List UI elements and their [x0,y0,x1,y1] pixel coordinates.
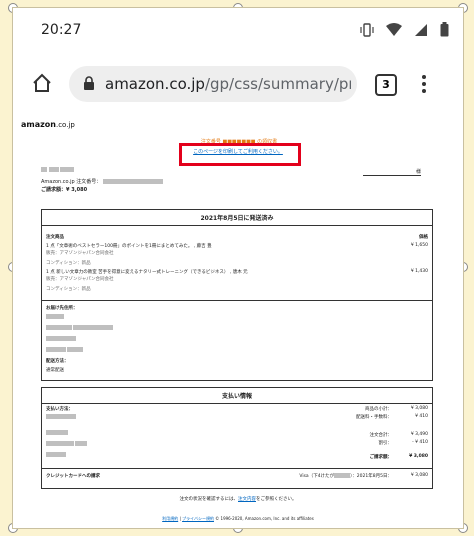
shipment-section: 2021年8月5日に発送済み 注文商品 価格 1 点「文章術のベストセラー100… [41,209,433,381]
address-redacted [46,314,114,353]
payment-section: 支払い情報 支払い方法： 商品の小計： ¥ 3,080 配送料・手数料： ¥ 4… [41,387,433,489]
wifi-icon [386,22,402,41]
item-2-condition: コンディション：新品 [46,287,91,292]
privacy-link[interactable]: プライバシー規約 [182,516,214,521]
item-1-price: ¥ 1,650 [410,243,428,248]
browser-toolbar: amazon.co.jp/gp/css/summary/print.h 3 [13,60,463,110]
more-options-icon[interactable] [421,74,427,98]
web-page: amazon.co.jp 注文番号 ■■■■■■■ の領収書 このページを印刷し… [13,116,463,528]
discount-label: 割引： [378,441,393,446]
address-label: お届け先住所： [46,306,78,311]
order-total-label: 注文合計： [369,433,393,438]
vibrate-icon [360,22,374,41]
order-status-note: 注文の状況を確認するには、注文内容をご参照ください。 [179,497,297,502]
items-label: 注文商品 [46,235,64,240]
order-total-value: ¥ 3,490 [410,432,428,437]
lock-icon[interactable] [83,76,95,95]
order-total: ご請求額：¥ 3,080 [41,187,88,193]
page-footer: 利用規約 | プライバシー規約 © 1996-2020, Amazon.com,… [162,516,314,521]
card-charge-label: クレジットカードへの請求 [46,474,100,479]
billing-address-redacted [46,430,88,458]
shipping-fee-label: 配送料・手数料： [356,415,392,420]
terms-link[interactable]: 利用規約 [162,516,178,521]
screenshot-frame: 20:27 amazon.co.jp/gp/css/summary/print. [12,7,464,529]
item-2-title: 1 点 新しい文章力の教室 苦手を得意に変えるナタリー式トレーニング（できるビジ… [46,270,248,275]
shipping-method-label: 配送方法： [46,359,69,364]
subtotal-value: ¥ 3,080 [410,406,428,411]
battery-icon [440,22,449,41]
payment-method-redacted [46,414,76,420]
clock: 20:27 [41,22,82,38]
url-host: amazon.co.jp [105,75,205,93]
order-details-link[interactable]: 注文内容 [238,497,256,502]
item-1-seller: 販売：アマゾンジャパン合同会社 [46,251,114,256]
status-bar: 20:27 [13,8,463,54]
amazon-logo: amazon.co.jp [21,120,75,129]
recipient-suffix: 様 [363,168,421,176]
billed-total-label: ご請求額： [369,455,393,460]
url-path: /gp/css/summary/print.h [204,75,351,93]
card-charge-detail: Visa（下4けたが ）：2021年8月5日： [299,473,392,479]
shipping-fee-value: ¥ 410 [415,414,428,419]
tab-switcher-button[interactable]: 3 [375,74,397,96]
customer-name [41,167,75,173]
item-2-price: ¥ 1,430 [410,269,428,274]
price-label: 価格 [419,235,428,240]
shipping-method-value: 通常配送 [46,368,64,373]
signal-icon [414,22,428,41]
billed-total-value: ¥ 3,080 [409,454,428,459]
item-1-title: 1 点「文章術のベストセラー100冊」のポイントを1冊にまとめてみた。 , 藤吉… [46,244,212,249]
discount-value: - ¥ 410 [412,440,428,445]
item-2-seller: 販売：アマゾンジャパン合同会社 [46,277,114,282]
home-icon[interactable] [31,72,53,94]
address-bar[interactable]: amazon.co.jp/gp/css/summary/print.h [69,66,357,102]
order-number: Amazon.co.jp 注文番号： [41,178,163,185]
subtotal-label: 商品の小計： [365,407,392,412]
highlight-box [179,143,301,166]
payment-method-label: 支払い方法： [46,407,73,412]
shipment-header: 2021年8月5日に発送済み [42,210,432,226]
card-charge-value: ¥ 3,080 [410,473,428,478]
item-1-condition: コンディション：新品 [46,261,91,266]
payment-header: 支払い情報 [42,388,432,404]
